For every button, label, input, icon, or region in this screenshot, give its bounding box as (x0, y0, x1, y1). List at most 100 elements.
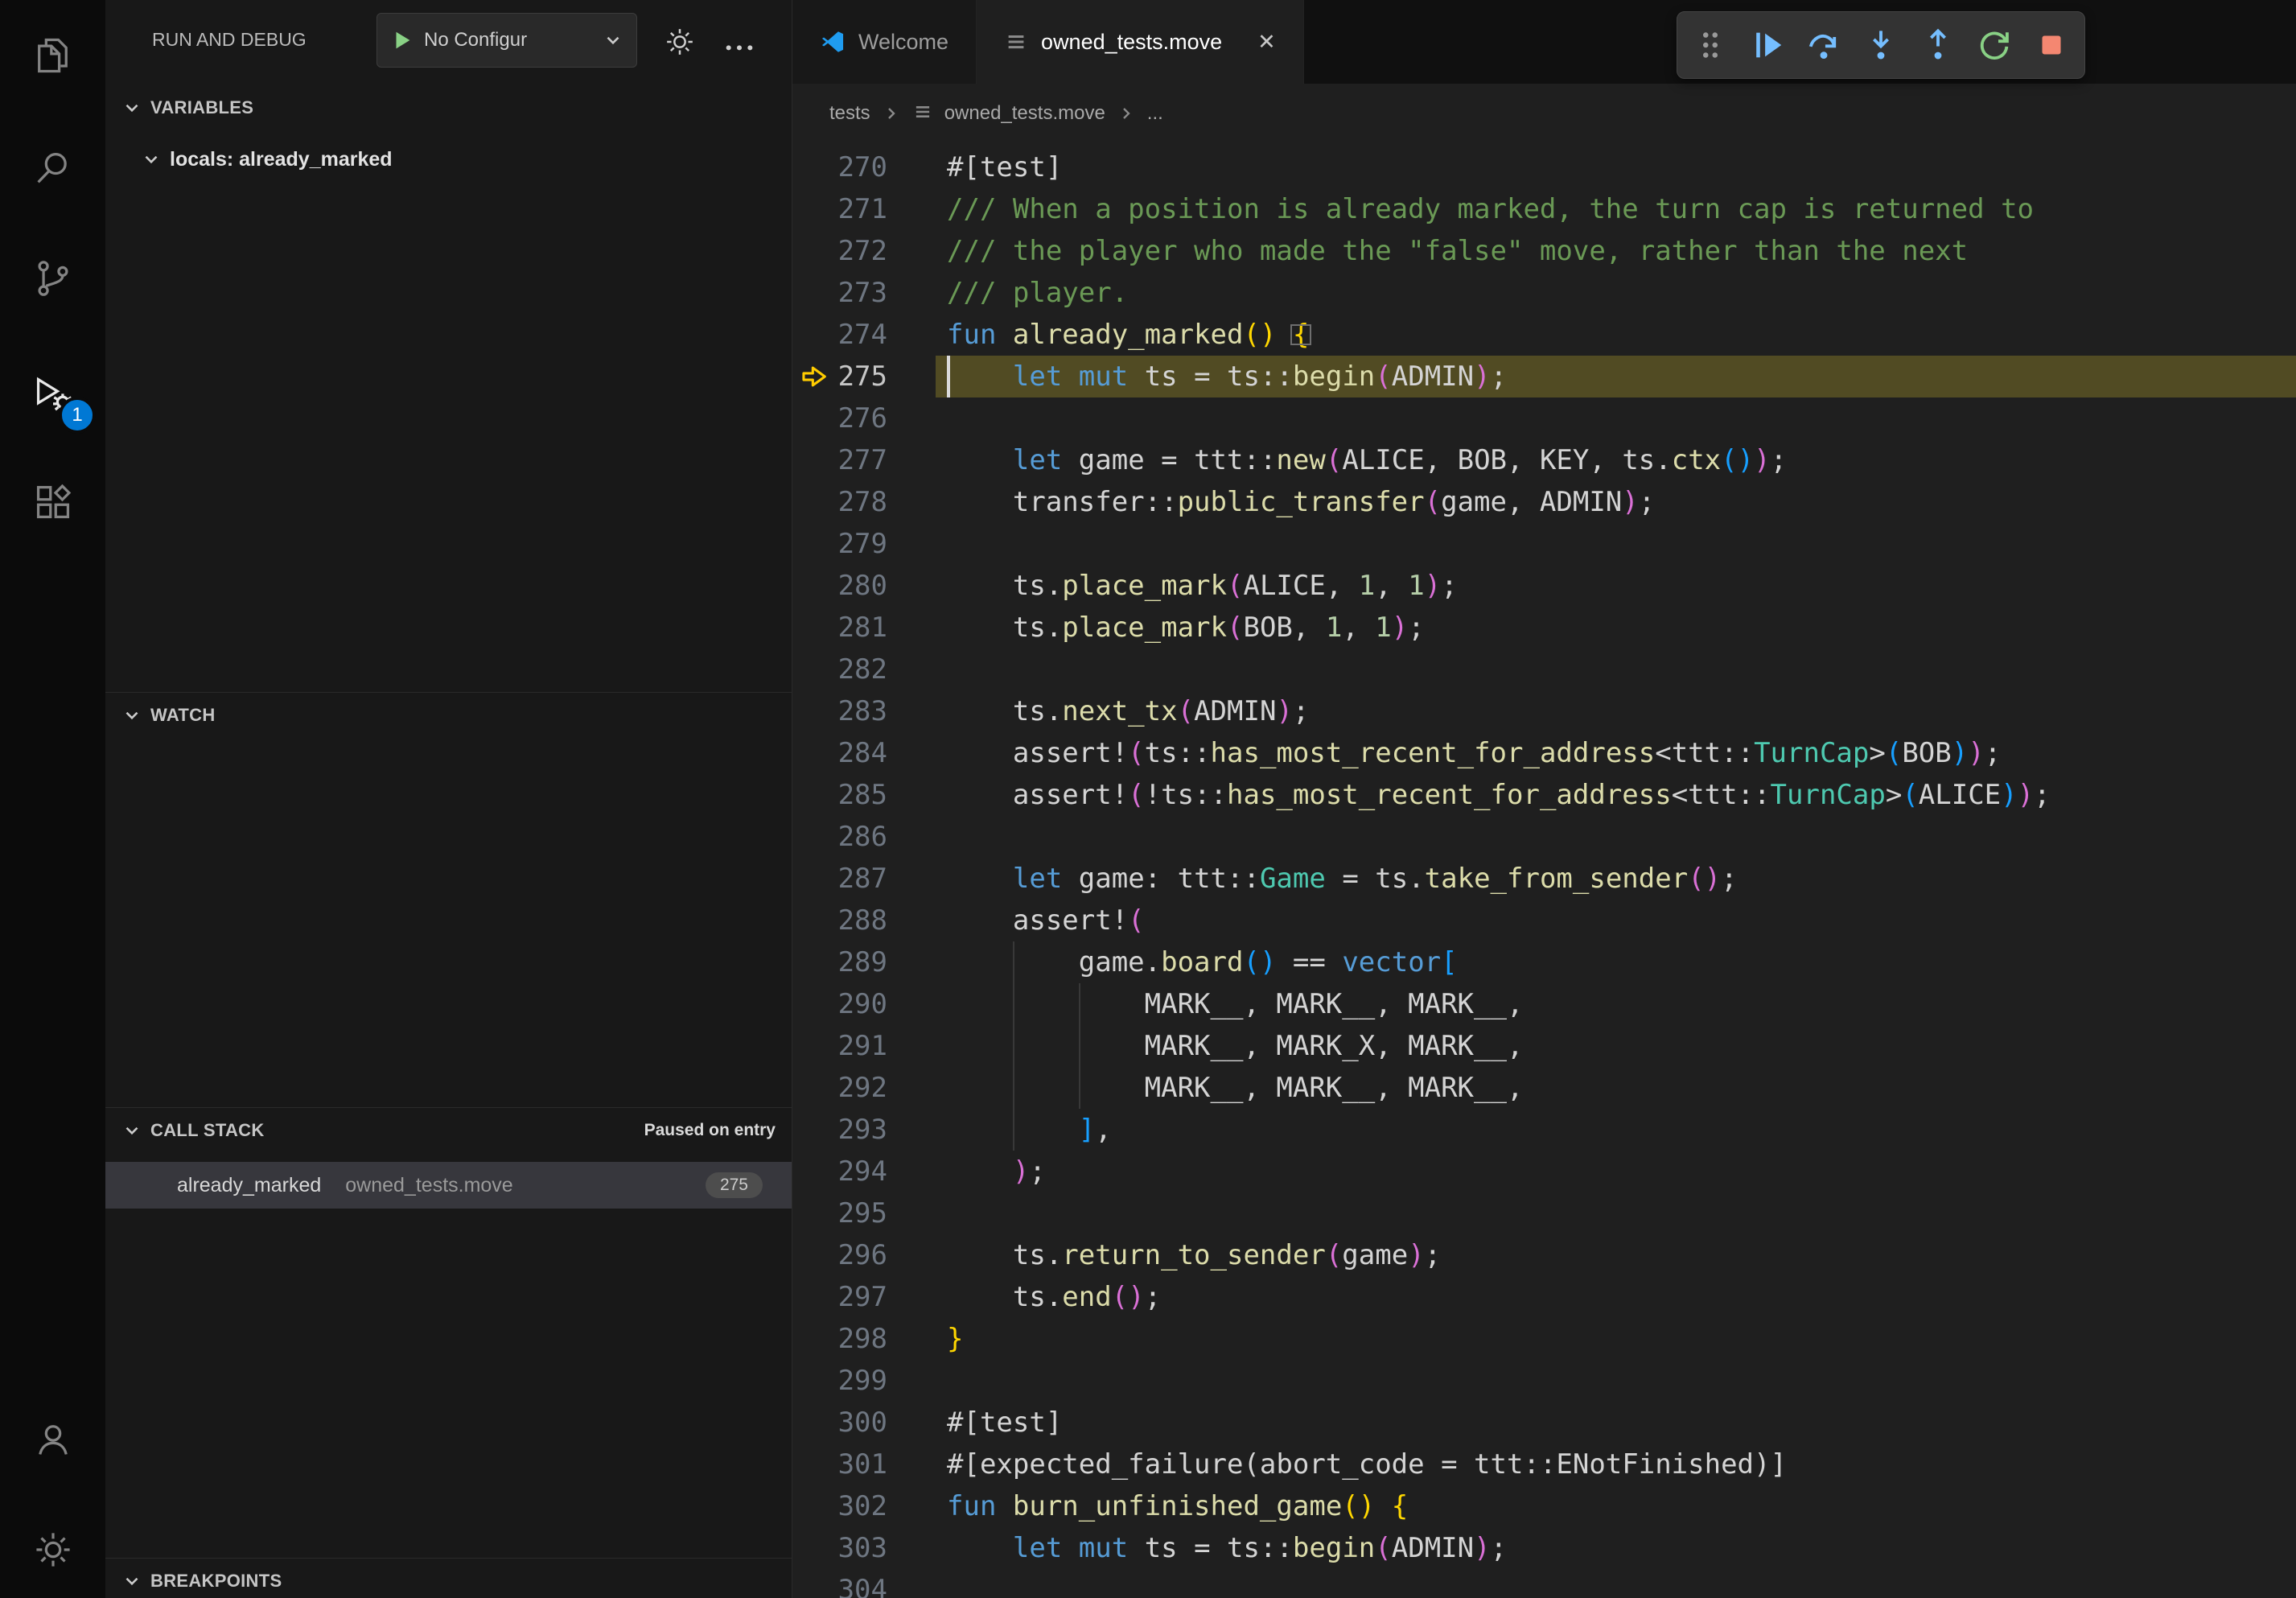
line-number[interactable]: 287 (792, 858, 887, 900)
code-line[interactable]: 299 (792, 1360, 2296, 1402)
line-number[interactable]: 285 (792, 774, 887, 816)
line-number[interactable]: 293 (792, 1109, 887, 1151)
code-line[interactable]: 284 assert!(ts::has_most_recent_for_addr… (792, 732, 2296, 774)
tab-welcome[interactable]: Welcome (792, 0, 977, 84)
code-line[interactable]: 275 let mut ts = ts::begin(ADMIN); (792, 356, 2296, 397)
code-text[interactable]: #[expected_failure(abort_code = ttt::ENo… (947, 1444, 2296, 1485)
code-line[interactable]: 304 (792, 1569, 2296, 1598)
settings-button[interactable] (0, 1505, 105, 1594)
stack-frame-row[interactable]: already_marked owned_tests.move 275 (105, 1162, 792, 1209)
code-line[interactable]: 274fun already_marked() { (792, 314, 2296, 356)
code-line[interactable]: 289 game.board() == vector[ (792, 941, 2296, 983)
code-line[interactable]: 270 #[test] (792, 146, 2296, 188)
code-text[interactable]: /// player. (947, 272, 2296, 314)
code-text[interactable]: transfer::public_transfer(game, ADMIN); (947, 481, 2296, 523)
code-line[interactable]: 294 ); (792, 1151, 2296, 1192)
account-button[interactable] (0, 1395, 105, 1484)
code-text[interactable]: ts.place_mark(BOB, 1, 1); (947, 607, 2296, 649)
code-line[interactable]: 282 (792, 649, 2296, 690)
code-line[interactable]: 290 MARK__, MARK__, MARK__, (792, 983, 2296, 1025)
code-text[interactable]: let game = ttt::new(ALICE, BOB, KEY, ts.… (947, 439, 2296, 481)
activity-extensions[interactable] (0, 458, 105, 546)
line-number[interactable]: 300 (792, 1402, 887, 1444)
line-number[interactable]: 291 (792, 1025, 887, 1067)
activity-explorer[interactable] (0, 11, 105, 100)
code-text[interactable]: fun already_marked() { (947, 314, 2296, 356)
line-number[interactable]: 297 (792, 1276, 887, 1318)
activity-run-and-debug[interactable]: 1 (0, 350, 105, 439)
code-line[interactable]: 291 MARK__, MARK_X, MARK__, (792, 1025, 2296, 1067)
line-number[interactable]: 290 (792, 983, 887, 1025)
code-line[interactable]: 286 (792, 816, 2296, 858)
code-text[interactable]: let game: ttt::Game = ts.take_from_sende… (947, 858, 2296, 900)
code-line[interactable]: 301 #[expected_failure(abort_code = ttt::… (792, 1444, 2296, 1485)
code-line[interactable]: 298} (792, 1318, 2296, 1360)
code-text[interactable]: /// the player who made the "false" move… (947, 230, 2296, 272)
code-line[interactable]: 297 ts.end(); (792, 1276, 2296, 1318)
line-number[interactable]: 294 (792, 1151, 887, 1192)
code-line[interactable]: 292 MARK__, MARK__, MARK__, (792, 1067, 2296, 1109)
debug-settings-gear-icon[interactable] (664, 26, 696, 58)
toolbar-drag-gripper[interactable] (1684, 14, 1737, 76)
code-line[interactable]: 283 ts.next_tx(ADMIN); (792, 690, 2296, 732)
code-line[interactable]: 293 ], (792, 1109, 2296, 1151)
breakpoints-section-header[interactable]: BREAKPOINTS (105, 1558, 792, 1598)
line-number[interactable]: 286 (792, 816, 887, 858)
line-number[interactable]: 272 (792, 230, 887, 272)
line-number[interactable]: 295 (792, 1192, 887, 1234)
line-number[interactable]: 299 (792, 1360, 887, 1402)
code-text[interactable]: let mut ts = ts::begin(ADMIN); (947, 356, 2296, 397)
restart-button[interactable] (1968, 14, 2021, 76)
code-line[interactable]: 300#[test] (792, 1402, 2296, 1444)
line-number[interactable]: 275 (792, 356, 887, 397)
line-number[interactable]: 281 (792, 607, 887, 649)
line-number[interactable]: 283 (792, 690, 887, 732)
code-line[interactable]: 272 /// the player who made the "false" m… (792, 230, 2296, 272)
step-out-button[interactable] (1911, 14, 1965, 76)
code-text[interactable]: ts.return_to_sender(game); (947, 1234, 2296, 1276)
line-number[interactable]: 302 (792, 1485, 887, 1527)
debug-config-dropdown[interactable]: No Configur (376, 13, 637, 68)
more-actions-icon[interactable] (723, 29, 755, 55)
line-number[interactable]: 279 (792, 523, 887, 565)
line-number[interactable]: 280 (792, 565, 887, 607)
line-number[interactable]: 298 (792, 1318, 887, 1360)
code-line[interactable]: 303 let mut ts = ts::begin(ADMIN); (792, 1527, 2296, 1569)
call-stack-section-header[interactable]: CALL STACK Paused on entry (105, 1107, 792, 1152)
code-text[interactable]: #[test] (947, 146, 2296, 188)
line-number[interactable]: 301 (792, 1444, 887, 1485)
watch-section-header[interactable]: WATCH (105, 692, 792, 737)
line-number[interactable]: 270 (792, 146, 887, 188)
code-line[interactable]: 279 (792, 523, 2296, 565)
code-text[interactable]: assert!( (947, 900, 2296, 941)
code-text[interactable]: ts.next_tx(ADMIN); (947, 690, 2296, 732)
code-line[interactable]: 296 ts.return_to_sender(game); (792, 1234, 2296, 1276)
line-number[interactable]: 277 (792, 439, 887, 481)
code-text[interactable]: MARK__, MARK__, MARK__, (947, 1067, 2296, 1109)
code-text[interactable]: ], (947, 1109, 2296, 1151)
code-text[interactable]: ); (947, 1151, 2296, 1192)
code-text[interactable]: assert!(ts::has_most_recent_for_address<… (947, 732, 2296, 774)
code-text[interactable]: game.board() == vector[ (947, 941, 2296, 983)
code-line[interactable]: 285 assert!(!ts::has_most_recent_for_add… (792, 774, 2296, 816)
code-line[interactable]: 271/// When a position is already marked… (792, 188, 2296, 230)
code-editor[interactable]: 270 #[test]271/// When a position is alre… (792, 142, 2296, 1598)
code-line[interactable]: 276 (792, 397, 2296, 439)
variables-section-header[interactable]: VARIABLES (105, 85, 792, 130)
continue-button[interactable] (1741, 14, 1794, 76)
code-text[interactable]: fun burn_unfinished_game() { (947, 1485, 2296, 1527)
variables-scope-row[interactable]: locals: already_marked (105, 137, 792, 182)
line-number[interactable]: 271 (792, 188, 887, 230)
code-line[interactable]: 280 ts.place_mark(ALICE, 1, 1); (792, 565, 2296, 607)
line-number[interactable]: 304 (792, 1569, 887, 1598)
activity-source-control[interactable] (0, 234, 105, 323)
step-into-button[interactable] (1854, 14, 1907, 76)
code-line[interactable]: 277 let game = ttt::new(ALICE, BOB, KEY,… (792, 439, 2296, 481)
code-text[interactable]: ts.place_mark(ALICE, 1, 1); (947, 565, 2296, 607)
code-line[interactable]: 287 let game: ttt::Game = ts.take_from_s… (792, 858, 2296, 900)
code-text[interactable]: let mut ts = ts::begin(ADMIN); (947, 1527, 2296, 1569)
code-text[interactable]: ts.end(); (947, 1276, 2296, 1318)
line-number[interactable]: 284 (792, 732, 887, 774)
breadcrumb-file[interactable]: owned_tests.move (944, 102, 1105, 125)
close-tab-icon[interactable]: ✕ (1257, 30, 1276, 55)
